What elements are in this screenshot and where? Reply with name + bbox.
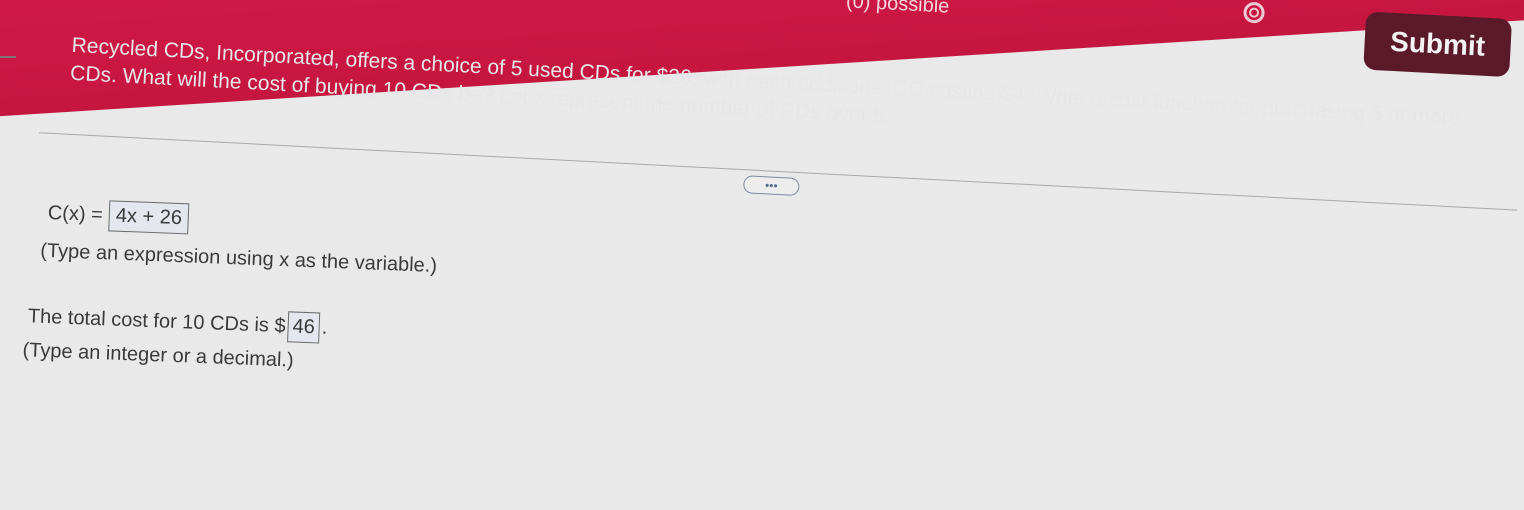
function-hint: (Type an expression using x as the varia… bbox=[39, 239, 438, 277]
cost-label: The total cost for 10 CDs is $ bbox=[27, 305, 287, 338]
function-row: C(x) = 4x + 26 bbox=[47, 198, 190, 235]
gear-icon[interactable] bbox=[1240, 0, 1267, 26]
answer-area: C(x) = 4x + 26 (Type an expression using… bbox=[0, 0, 1523, 489]
cost-answer-box[interactable]: 46 bbox=[286, 311, 321, 344]
function-label: C(x) = bbox=[47, 202, 104, 227]
function-answer-box[interactable]: 4x + 26 bbox=[108, 200, 190, 235]
cost-period: . bbox=[321, 316, 328, 339]
cost-hint: (Type an integer or a decimal.) bbox=[22, 339, 295, 372]
cost-row: The total cost for 10 CDs is $ 46 . bbox=[27, 301, 328, 344]
